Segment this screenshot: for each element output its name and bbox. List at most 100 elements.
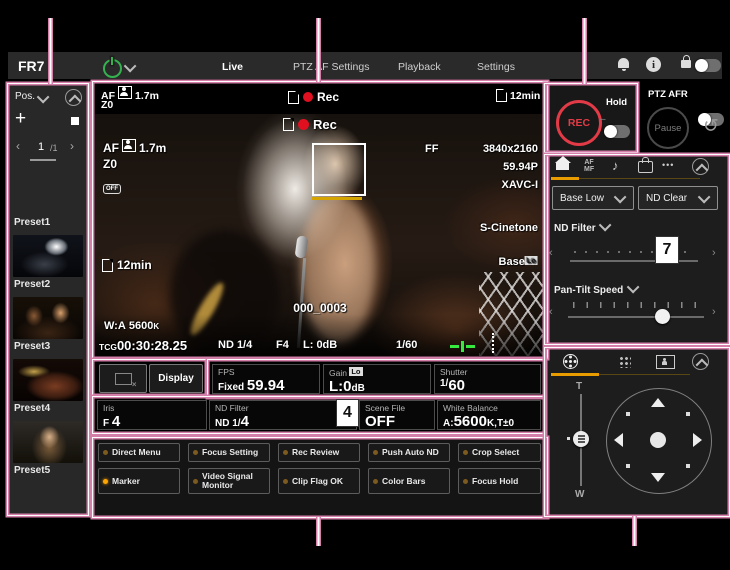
assign-button-focus-setting[interactable]: Focus Setting bbox=[188, 443, 270, 462]
timecode-overlay: TCG00:30:28.25 bbox=[99, 338, 187, 353]
nd-slider-left-arrow[interactable]: ‹ bbox=[549, 247, 553, 259]
tab-tracking[interactable] bbox=[656, 355, 675, 369]
pad-diag-mark-se bbox=[686, 464, 690, 468]
cell-label: ND Filter bbox=[215, 403, 351, 413]
lock-button[interactable] bbox=[681, 54, 691, 68]
info-cell-fps[interactable]: FPS Fixed 59.94 bbox=[212, 364, 320, 394]
fr7-remote-app: FR7 Live PTZ AF Settings Playback Settin… bbox=[0, 0, 730, 570]
tab-joystick[interactable] bbox=[563, 354, 578, 369]
assign-button-focus-hold[interactable]: Focus Hold bbox=[458, 468, 541, 494]
gain-lo-badge: Lo bbox=[349, 367, 362, 376]
refresh-button[interactable]: ↺ bbox=[703, 115, 719, 138]
power-button[interactable] bbox=[103, 59, 122, 78]
rec-hold-toggle[interactable] bbox=[605, 125, 630, 138]
pan-tilt-slider-track[interactable] bbox=[568, 316, 704, 318]
info-cell-shutter[interactable]: Shutter 1/60 bbox=[434, 364, 541, 394]
pad-right-arrow[interactable] bbox=[693, 433, 702, 447]
page-underline bbox=[30, 159, 56, 161]
pad-up-arrow[interactable] bbox=[651, 398, 665, 407]
ptz-panel-collapse-button[interactable] bbox=[692, 353, 709, 370]
tab-focus[interactable]: AF MF bbox=[584, 159, 594, 173]
preset-mode-select[interactable]: Pos. bbox=[15, 91, 35, 102]
gui-off-button[interactable] bbox=[99, 364, 147, 393]
info-cell-nd-filter[interactable]: ND Filter ND 1/4 bbox=[209, 400, 357, 430]
lock-toggle[interactable] bbox=[696, 59, 721, 72]
ptz-afr-label: PTZ AFR bbox=[648, 89, 688, 100]
pad-diag-mark-nw bbox=[626, 412, 630, 416]
notifications-button[interactable] bbox=[618, 58, 629, 68]
assign-lamp bbox=[463, 479, 468, 484]
info-cell-iris[interactable]: Iris F 4 bbox=[97, 400, 207, 430]
page-next-button[interactable]: › bbox=[70, 139, 74, 153]
pad-left-arrow[interactable] bbox=[614, 433, 623, 447]
preset-thumbnail-4[interactable] bbox=[13, 359, 83, 401]
pan-tilt-speed-label[interactable]: Pan-Tilt Speed bbox=[554, 284, 639, 296]
assign-button-marker[interactable]: Marker bbox=[98, 468, 180, 494]
preset-label-2: Preset2 bbox=[14, 279, 50, 290]
assign-label: Push Auto ND bbox=[382, 448, 439, 457]
face-focus-icon bbox=[118, 86, 132, 99]
tab-settings[interactable]: Settings bbox=[477, 61, 515, 73]
pan-tilt-slider-thumb[interactable] bbox=[655, 309, 670, 324]
assign-button-color-bars[interactable]: Color Bars bbox=[368, 468, 450, 494]
audio-level-meter bbox=[450, 341, 475, 352]
display-button[interactable]: Display bbox=[149, 364, 203, 393]
pan-tilt-slider-right-arrow[interactable]: › bbox=[712, 306, 716, 318]
add-preset-button[interactable]: + bbox=[15, 108, 26, 130]
assign-button-direct-menu[interactable]: Direct Menu bbox=[98, 443, 180, 462]
white-balance-overlay: W:A 5600K bbox=[104, 320, 159, 332]
nd-slider-right-arrow[interactable]: › bbox=[712, 247, 716, 259]
assign-button-rec-review[interactable]: Rec Review bbox=[278, 443, 360, 462]
assign-button-crop-select[interactable]: Crop Select bbox=[458, 443, 541, 462]
tab-more[interactable]: ••• bbox=[662, 160, 674, 170]
pad-diag-mark-sw bbox=[626, 464, 630, 468]
joystick-icon bbox=[563, 354, 578, 369]
cell-big: L:0 bbox=[329, 378, 352, 395]
nd-clear-dropdown[interactable]: ND Clear bbox=[638, 186, 718, 210]
preset-thumbnail-5[interactable] bbox=[13, 421, 83, 463]
clip-name: 000_0003 bbox=[293, 301, 346, 315]
preset-thumbnail-2[interactable] bbox=[13, 235, 83, 277]
preset-thumbnail-1[interactable] bbox=[13, 173, 83, 215]
sidebar-collapse-button[interactable] bbox=[65, 89, 82, 106]
info-cell-white-balance[interactable]: White Balance A:5600K,T±0 bbox=[437, 400, 541, 430]
hold-dash: – bbox=[600, 114, 606, 125]
hold-label: Hold bbox=[606, 97, 627, 108]
assign-lamp bbox=[283, 450, 288, 455]
preset-label-3: Preset3 bbox=[14, 341, 50, 352]
preset-thumbnail-3[interactable] bbox=[13, 297, 83, 339]
chevron-down-icon bbox=[698, 190, 711, 203]
pan-tilt-slider-left-arrow[interactable]: ‹ bbox=[549, 306, 553, 318]
pad-diag-mark-ne bbox=[686, 412, 690, 416]
page-prev-button[interactable]: ‹ bbox=[16, 139, 20, 153]
clip-icon bbox=[283, 118, 294, 131]
assign-button-push-auto-nd[interactable]: Push Auto ND bbox=[368, 443, 450, 462]
assign-button-clip-flag-ok[interactable]: Clip Flag OK bbox=[278, 468, 360, 494]
tab-home[interactable] bbox=[556, 156, 569, 170]
assign-button-video-signal-monitor[interactable]: Video Signal Monitor bbox=[188, 468, 270, 494]
tab-ptz-af-settings[interactable]: PTZ AF Settings bbox=[293, 61, 369, 73]
pad-center-button[interactable] bbox=[650, 432, 666, 448]
face-detection-frame bbox=[312, 143, 366, 196]
tab-preset-grid[interactable] bbox=[618, 355, 631, 368]
nd-filter-label[interactable]: ND Filter bbox=[554, 222, 611, 234]
grid-icon bbox=[618, 355, 631, 368]
info-cell-scene-file[interactable]: Scene File OFF bbox=[359, 400, 435, 430]
base-sensitivity-dropdown[interactable]: Base Low bbox=[552, 186, 634, 210]
info-cell-gain[interactable]: Gain Lo L:0dB bbox=[323, 364, 431, 394]
zoom-slider-thumb[interactable] bbox=[573, 431, 589, 447]
tab-shooting[interactable] bbox=[638, 156, 653, 173]
stop-button[interactable] bbox=[71, 117, 79, 125]
ptz-tab-underline-active bbox=[551, 373, 599, 376]
tab-live[interactable]: Live bbox=[222, 61, 243, 73]
rec-button[interactable]: REC bbox=[556, 100, 602, 146]
camera-panel-collapse-button[interactable] bbox=[692, 158, 709, 175]
tab-playback[interactable]: Playback bbox=[398, 61, 441, 73]
pad-down-arrow[interactable] bbox=[651, 473, 665, 482]
media-icon bbox=[496, 89, 507, 102]
pause-button[interactable]: Pause bbox=[647, 107, 689, 149]
rec-label: Rec bbox=[313, 117, 337, 132]
info-button[interactable]: i bbox=[646, 57, 661, 72]
tab-audio[interactable]: ♪ bbox=[612, 158, 619, 173]
face-focus-underline bbox=[312, 197, 362, 200]
